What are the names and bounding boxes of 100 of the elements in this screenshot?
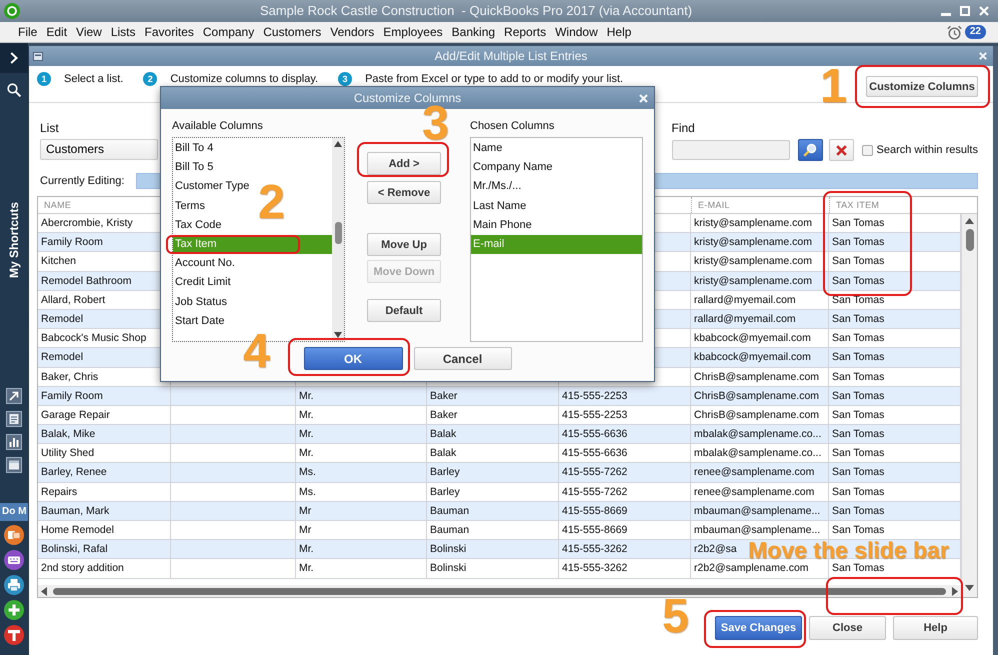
list-item[interactable]: Start Date: [173, 312, 227, 331]
move-up-button[interactable]: Move Up: [367, 233, 441, 256]
window-title: Add/Edit Multiple List Entries: [434, 49, 588, 63]
table-cell: Balak: [427, 425, 559, 444]
notification-badge[interactable]: 22: [964, 25, 986, 39]
list-item[interactable]: Terms: [173, 196, 207, 216]
table-cell: Barley: [427, 482, 559, 501]
window-menu-icon[interactable]: [33, 52, 43, 60]
save-changes-button[interactable]: Save Changes: [715, 616, 802, 640]
scrollbar-thumb[interactable]: [334, 222, 342, 244]
menu-item[interactable]: Reports: [504, 24, 546, 40]
table-cell: ChrisB@samplename.com: [691, 386, 829, 405]
customize-columns-button[interactable]: Customize Columns: [866, 76, 978, 97]
menu-item[interactable]: Company: [202, 24, 254, 40]
list-item[interactable]: Name: [471, 139, 504, 158]
remove-button[interactable]: < Remove: [367, 181, 441, 204]
field-label: Currently Editing:: [40, 174, 124, 188]
right-triangle-icon[interactable]: [952, 586, 958, 596]
t-shape-icon[interactable]: [4, 625, 24, 646]
bar-chart-icon[interactable]: [6, 434, 22, 450]
up-triangle-icon[interactable]: [334, 141, 342, 147]
printer-icon[interactable]: [4, 575, 24, 596]
search-icon[interactable]: [7, 83, 21, 97]
left-triangle-icon[interactable]: [41, 586, 47, 596]
list-label: Available Columns: [172, 120, 263, 132]
list-dropdown[interactable]: Customers: [40, 139, 158, 160]
menu-item[interactable]: Edit: [46, 24, 68, 40]
checkbox[interactable]: [862, 144, 872, 156]
cancel-button[interactable]: Cancel: [414, 347, 512, 370]
close-icon: [836, 144, 846, 156]
default-button[interactable]: Default: [367, 299, 441, 322]
table-cell: 415-555-6636: [559, 444, 691, 462]
down-triangle-icon[interactable]: [334, 332, 342, 338]
help-button[interactable]: Help: [893, 616, 978, 640]
close-icon[interactable]: [979, 52, 987, 60]
close-icon[interactable]: [638, 94, 648, 102]
down-triangle-icon[interactable]: [965, 585, 974, 591]
table-cell: ChrisB@samplename.com: [691, 406, 829, 424]
table-cell: Bauman, Mark: [38, 502, 171, 520]
alarm-clock-icon[interactable]: [946, 24, 962, 40]
window-icon[interactable]: [6, 457, 22, 474]
sidebar-heading: My Shortcuts: [7, 202, 21, 278]
menu-item[interactable]: Employees: [383, 24, 443, 40]
list-item[interactable]: Tax Code: [173, 216, 224, 235]
menu-item[interactable]: Vendors: [330, 24, 374, 40]
menu-item[interactable]: View: [76, 24, 102, 40]
column-list[interactable]: Name Company Name Mr./Ms./... Last Name Main Phone E-mail: [470, 137, 643, 342]
plus-icon[interactable]: [4, 600, 24, 620]
vertical-scrollbar[interactable]: [961, 214, 977, 597]
search-field[interactable]: [672, 140, 790, 160]
document-icon[interactable]: [6, 411, 22, 428]
table-cell: Barley, Renee: [38, 463, 171, 482]
list-item[interactable]: Customer Type: [173, 177, 252, 197]
table-cell: kristy@samplename.com: [691, 272, 829, 290]
table-cell: mbalak@samplename.co...: [691, 425, 829, 444]
scrollbar-thumb[interactable]: [966, 229, 974, 251]
add-button[interactable]: Add >: [367, 152, 441, 175]
table-cell: kristy@samplename.com: [691, 233, 829, 252]
expand-button[interactable]: [0, 43, 28, 73]
menu-item[interactable]: Help: [606, 24, 632, 40]
up-triangle-icon[interactable]: [965, 218, 974, 224]
callout-number: 5: [662, 599, 689, 635]
menu-item[interactable]: Banking: [452, 24, 496, 40]
clear-button[interactable]: [828, 139, 854, 161]
ok-button[interactable]: OK: [304, 347, 402, 370]
table-cell: Bolinski: [427, 559, 559, 578]
menu-item[interactable]: File: [18, 24, 38, 40]
scrollbar-thumb[interactable]: [53, 588, 946, 594]
table-cell: r2b2@samplename.com: [691, 559, 829, 578]
table-cell: Utility Shed: [38, 444, 171, 462]
search-button[interactable]: [798, 139, 822, 161]
menu-item[interactable]: Favorites: [144, 24, 194, 40]
list-item[interactable]: Company Name: [471, 158, 554, 178]
horizontal-scrollbar[interactable]: [38, 585, 961, 597]
list-item[interactable]: Account No.: [173, 254, 237, 274]
list-item[interactable]: Credit Limit: [173, 273, 233, 292]
close-button[interactable]: Close: [809, 616, 886, 640]
keyboard-icon[interactable]: [4, 550, 24, 570]
table-cell: Home Remodel: [38, 521, 171, 540]
list-item[interactable]: Mr./Ms./...: [471, 177, 524, 197]
list-item[interactable]: Main Phone: [471, 216, 534, 235]
list-item[interactable]: Last Name: [471, 196, 528, 216]
table-cell: Garage Repair: [38, 406, 171, 424]
table-cell: 415-555-7262: [559, 463, 691, 482]
vertical-scrollbar[interactable]: [332, 138, 344, 341]
menu-item[interactable]: Lists: [110, 24, 136, 40]
list-item[interactable]: Job Status: [173, 292, 229, 312]
cards-icon[interactable]: [4, 525, 24, 546]
menu-item[interactable]: Window: [555, 24, 598, 40]
sidebar-section-header: Do M: [0, 503, 28, 522]
table-cell: mbauman@samplename...: [691, 521, 829, 540]
field-label: List: [40, 121, 59, 135]
table-cell: 415-555-3262: [559, 540, 691, 558]
list-item[interactable]: Bill To 4: [173, 139, 216, 158]
chevron-icon: [10, 52, 18, 64]
menu-item[interactable]: Customers: [263, 24, 322, 40]
restore-icon[interactable]: [960, 6, 970, 16]
table-cell: mbauman@samplename...: [691, 502, 829, 520]
table-cell: Balak: [427, 444, 559, 462]
list-item[interactable]: Bill To 5: [173, 158, 216, 178]
